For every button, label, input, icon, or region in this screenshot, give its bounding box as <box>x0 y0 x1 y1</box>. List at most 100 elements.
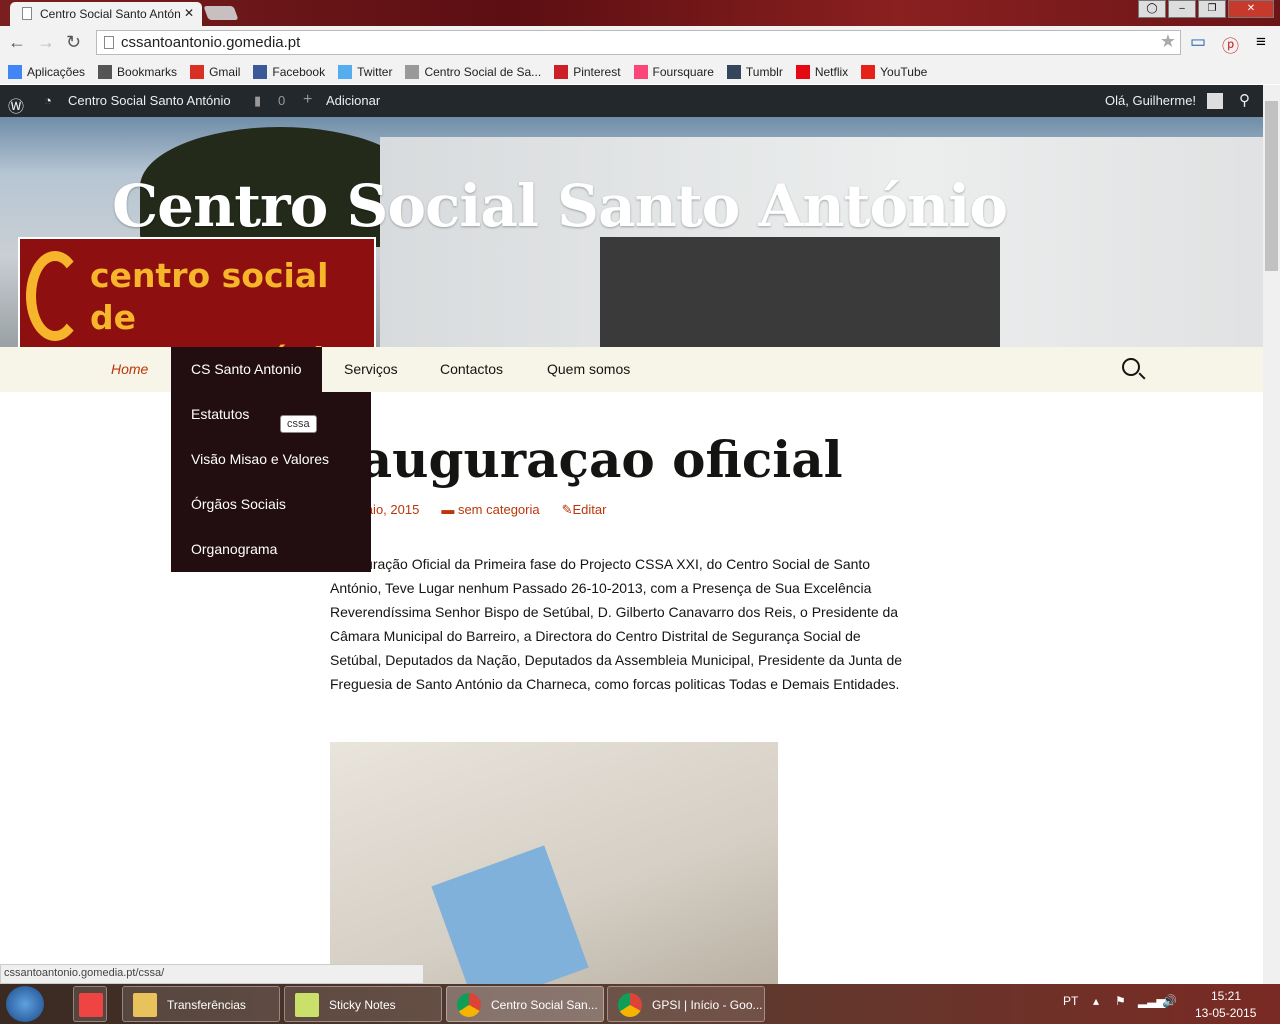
close-tab-icon[interactable]: ✕ <box>184 6 194 20</box>
taskbar-transferencias[interactable]: Transferências <box>122 986 280 1022</box>
show-hidden-icons[interactable]: ▴ <box>1093 994 1099 1008</box>
site-logo: centro social de santo antónio <box>18 237 376 347</box>
bookmark-icon <box>98 64 113 79</box>
photo-flag <box>431 845 589 987</box>
post-category[interactable]: ▬ sem categoria <box>441 502 539 518</box>
submenu-orgaos[interactable]: Órgãos Sociais <box>171 482 371 527</box>
star-icon[interactable]: ★ <box>1160 31 1176 52</box>
bookmark-label: YouTube <box>880 64 928 79</box>
scrollbar[interactable] <box>1263 85 1280 984</box>
menu-icon[interactable]: ≡ <box>1256 32 1266 52</box>
nav-cs-santo-antonio[interactable]: CS Santo Antonio <box>171 347 322 392</box>
nav-contactos[interactable]: Contactos <box>440 347 503 392</box>
folder-icon <box>133 993 157 1017</box>
taskbar-label: Sticky Notes <box>329 998 396 1012</box>
scrollbar-thumb[interactable] <box>1265 101 1278 271</box>
bookmark-item[interactable]: Bookmarks <box>98 64 177 79</box>
taskbar-label: Transferências <box>167 998 246 1012</box>
clock-date[interactable]: 13-05-2015 <box>1195 1006 1256 1020</box>
dashboard-icon: ◔ <box>44 93 52 108</box>
bookmark-icon <box>861 64 876 79</box>
nav-home[interactable]: Home <box>111 347 148 392</box>
building-entrance <box>600 237 1000 347</box>
maximize-button[interactable]: ❐ <box>1198 0 1226 18</box>
bookmark-icon <box>405 64 420 79</box>
minimize-button[interactable]: – <box>1168 0 1196 18</box>
bookmark-item[interactable]: Tumblr <box>726 64 783 79</box>
bookmark-label: Gmail <box>209 64 241 79</box>
site-header[interactable]: Centro Social Santo António centro socia… <box>0 117 1263 347</box>
submenu-organograma[interactable]: Organograma <box>171 527 371 572</box>
page-icon <box>22 7 32 20</box>
comments-icon[interactable]: ▮ <box>254 93 261 109</box>
clock-time[interactable]: 15:21 <box>1211 989 1241 1003</box>
bookmark-item[interactable]: Aplicações <box>8 64 86 79</box>
bookmark-label: Twitter <box>357 64 393 79</box>
post-body: Inauguração Oficial da Primeira fase do … <box>330 556 903 692</box>
tab-title: Centro Social Santo Antón <box>40 7 181 21</box>
add-new-link[interactable]: Adicionar <box>326 93 380 108</box>
bookmark-item[interactable]: YouTube <box>861 64 928 79</box>
logo-line2: santo antónio <box>90 339 374 347</box>
action-center-icon[interactable]: ⚑ <box>1115 994 1126 1008</box>
taskbar-sticky-notes[interactable]: Sticky Notes <box>284 986 442 1022</box>
bookmark-icon <box>726 64 741 79</box>
new-tab-button[interactable] <box>203 6 239 20</box>
site-title[interactable]: Centro Social Santo António <box>112 172 1008 240</box>
bookmark-item[interactable]: Centro Social de Sa... <box>405 64 542 79</box>
comments-count[interactable]: 0 <box>278 93 285 108</box>
main-navigation: Home CS Santo Antonio Serviços Contactos… <box>0 347 1263 392</box>
search-icon[interactable]: ⚲ <box>1239 91 1250 109</box>
site-link[interactable]: Centro Social Santo António <box>68 93 231 108</box>
submenu-visao[interactable]: Visão Misao e Valores <box>171 437 371 482</box>
bookmark-label: Tumblr <box>745 64 783 79</box>
apps-icon <box>79 993 103 1017</box>
bookmark-item[interactable]: Netflix <box>795 64 849 79</box>
start-button[interactable] <box>6 986 44 1022</box>
close-window-button[interactable]: ✕ <box>1228 0 1274 18</box>
taskbar-label: Centro Social San... <box>491 998 598 1012</box>
plus-icon: + <box>303 91 313 108</box>
search-icon[interactable] <box>1122 358 1140 376</box>
bookmark-item[interactable]: Gmail <box>190 64 241 79</box>
submenu: Estatutos Visão Misao e Valores Órgãos S… <box>171 392 371 572</box>
bookmark-label: Aplicações <box>27 64 86 79</box>
bookmark-label: Netflix <box>814 64 849 79</box>
avatar[interactable] <box>1207 93 1223 109</box>
forward-icon[interactable]: → <box>37 32 55 53</box>
tooltip: cssa <box>280 415 317 433</box>
bookmark-item[interactable]: Foursquare <box>633 64 714 79</box>
status-url: cssantoantonio.gomedia.pt/cssa/ <box>0 964 424 984</box>
logo-line1: centro social de <box>90 256 329 337</box>
taskbar-chrome-2[interactable]: GPSI | Início - Goo... <box>607 986 765 1022</box>
taskbar: Transferências Sticky Notes Centro Socia… <box>0 984 1280 1024</box>
edit-link[interactable]: ✎Editar <box>562 502 607 518</box>
pinterest-icon[interactable]: ⓟ <box>1222 32 1239 57</box>
bookmark-item[interactable]: Pinterest <box>554 64 621 79</box>
taskbar-chrome-1[interactable]: Centro Social San... <box>446 986 604 1022</box>
bookmark-label: Centro Social de Sa... <box>424 64 542 79</box>
cast-icon[interactable]: ▭ <box>1190 32 1206 52</box>
back-icon[interactable]: ← <box>8 32 26 53</box>
reload-icon[interactable]: ↻ <box>66 32 81 53</box>
account-link[interactable]: Olá, Guilherme! <box>1105 93 1196 108</box>
apps-button[interactable] <box>73 986 107 1022</box>
nav-servicos[interactable]: Serviços <box>344 347 398 392</box>
post-title: Inauguraçao oficial <box>300 430 843 489</box>
bookmarks-bar: Aplicações Bookmarks Gmail Facebook Twitter C… <box>0 59 1280 84</box>
browser-tab[interactable]: Centro Social Santo Antón ✕ <box>10 2 202 26</box>
edit-label: Editar <box>572 502 607 517</box>
bookmark-label: Foursquare <box>652 64 714 79</box>
browser-toolbar: ← → ↻ cssantoantonio.gomedia.pt ★ ▭ ⓟ ≡ <box>0 26 1280 59</box>
user-icon[interactable]: ◯ <box>1138 0 1166 18</box>
wordpress-icon[interactable]: Ⓦ <box>8 93 24 117</box>
post-meta: Maio, 2015 ▬ sem categoria ✎Editar <box>355 502 606 518</box>
bookmark-item[interactable]: Twitter <box>338 64 393 79</box>
language-indicator[interactable]: PT <box>1063 994 1078 1008</box>
address-bar[interactable]: cssantoantonio.gomedia.pt ★ <box>96 30 1181 55</box>
bookmark-item[interactable]: Facebook <box>253 64 325 79</box>
nav-quem-somos[interactable]: Quem somos <box>547 347 630 392</box>
bookmark-icon <box>253 64 268 79</box>
submenu-estatutos[interactable]: Estatutos <box>171 392 371 437</box>
volume-icon[interactable]: 🔊 <box>1162 994 1177 1008</box>
